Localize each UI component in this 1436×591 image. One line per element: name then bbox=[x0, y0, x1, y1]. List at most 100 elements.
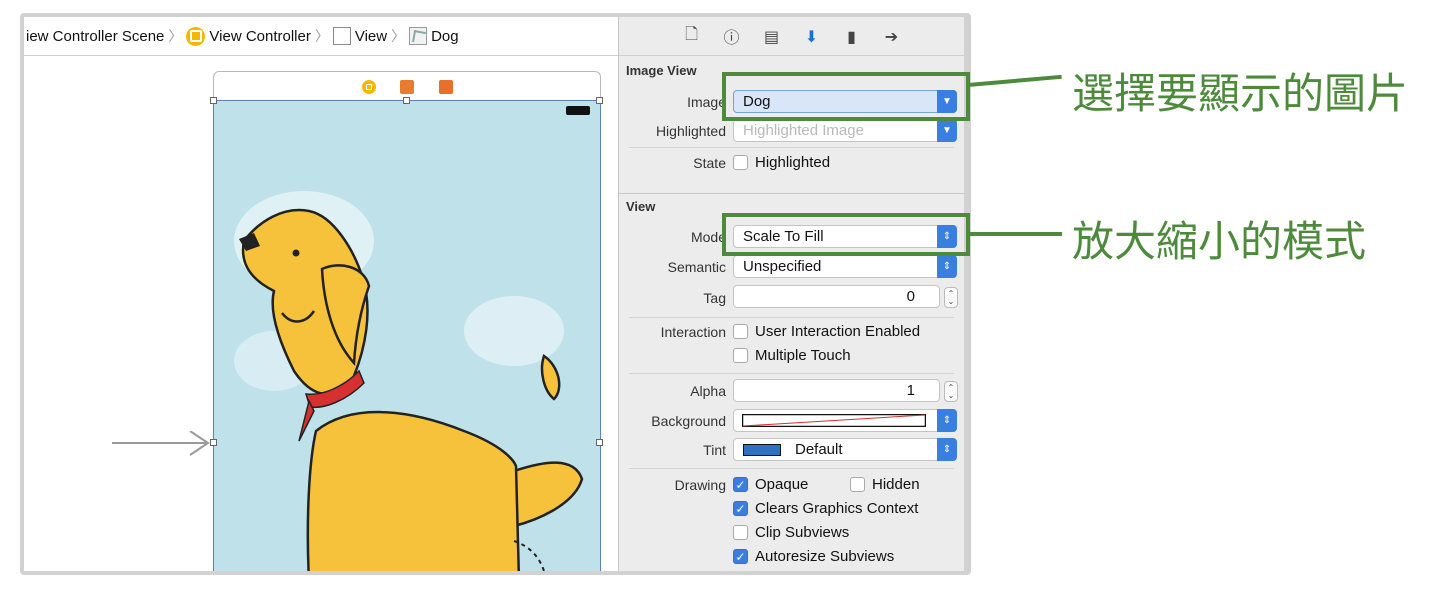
mode-label: Mode bbox=[690, 229, 726, 245]
semantic-value: Unspecified bbox=[743, 258, 822, 275]
opaque-checkbox[interactable]: ✓ bbox=[733, 477, 748, 492]
jump-bar: iew Controller Scene 〉 View Controller 〉… bbox=[24, 17, 618, 56]
jumpbar-scene-label: iew Controller Scene bbox=[26, 27, 165, 45]
clears-graphics-checkbox[interactable]: ✓ bbox=[733, 501, 748, 516]
section-divider bbox=[619, 193, 964, 194]
state-highlighted-option[interactable]: Highlighted bbox=[733, 154, 830, 171]
multiple-touch-checkbox[interactable] bbox=[733, 348, 748, 363]
divider bbox=[629, 317, 954, 318]
clear-color-swatch-icon bbox=[742, 414, 926, 427]
dog-illustration bbox=[234, 106, 590, 571]
mode-callout-line bbox=[968, 232, 1062, 236]
first-responder-icon[interactable] bbox=[400, 80, 414, 94]
view-section-title: View bbox=[626, 199, 656, 214]
tint-value: Default bbox=[795, 441, 843, 458]
divider bbox=[629, 373, 954, 374]
alpha-stepper[interactable]: ⌃ ⌄ bbox=[944, 381, 958, 402]
clip-subviews-text: Clip Subviews bbox=[755, 524, 850, 541]
drawing-label: Drawing bbox=[674, 477, 726, 493]
jumpbar-view-label: View bbox=[354, 27, 388, 45]
file-icon[interactable]: 🗋 bbox=[679, 23, 705, 49]
interaction-label: Interaction bbox=[660, 324, 726, 340]
user-interaction-option[interactable]: User Interaction Enabled bbox=[733, 323, 920, 340]
multiple-touch-option[interactable]: Multiple Touch bbox=[733, 347, 851, 364]
chevron-up-down-icon[interactable]: ⇕ bbox=[937, 438, 957, 461]
divider bbox=[629, 468, 954, 469]
user-interaction-text: User Interaction Enabled bbox=[755, 323, 921, 340]
resize-handle[interactable] bbox=[403, 97, 410, 104]
view-controller-icon bbox=[186, 26, 206, 46]
tag-value: 0 bbox=[906, 288, 915, 305]
inspector-tabs: 🗋 ⓘ ▤ ⬇ ▮ ➔ bbox=[619, 17, 964, 56]
highlighted-image-combo[interactable]: Highlighted Image ▼ bbox=[733, 119, 957, 142]
resize-handle[interactable] bbox=[596, 97, 603, 104]
attributes-icon[interactable]: ⬇ bbox=[799, 23, 825, 49]
image-callout-text: 選擇要顯示的圖片 bbox=[1072, 69, 1409, 118]
clip-subviews-checkbox[interactable] bbox=[733, 525, 748, 540]
autoresize-subviews-text: Autoresize Subviews bbox=[755, 548, 895, 565]
resize-handle[interactable] bbox=[596, 439, 603, 446]
background-color-well[interactable]: ⇕ bbox=[733, 409, 957, 432]
tag-stepper[interactable]: ⌃ ⌄ bbox=[944, 287, 958, 308]
tint-color-swatch bbox=[743, 443, 781, 456]
view-controller-icon[interactable] bbox=[362, 80, 376, 94]
resize-handle[interactable] bbox=[210, 97, 217, 104]
exit-icon[interactable] bbox=[439, 80, 453, 94]
jumpbar-item-view-controller[interactable]: View Controller bbox=[186, 26, 311, 46]
chevron-up-down-icon[interactable]: ⇕ bbox=[937, 255, 957, 278]
autoresize-subviews-checkbox[interactable]: ✓ bbox=[733, 549, 748, 564]
jumpbar-item-image-view[interactable]: Dog bbox=[409, 27, 459, 45]
chevron-right-icon: 〉 bbox=[391, 28, 406, 44]
image-view-canvas[interactable] bbox=[213, 100, 601, 571]
opaque-option[interactable]: ✓ Opaque bbox=[733, 476, 808, 493]
hidden-text: Hidden bbox=[872, 476, 920, 493]
chevron-right-icon: 〉 bbox=[314, 28, 329, 44]
help-icon[interactable]: ⓘ bbox=[719, 23, 745, 49]
jumpbar-view-controller-label: View Controller bbox=[209, 27, 311, 45]
image-view-icon bbox=[409, 27, 428, 45]
state-highlighted-text: Highlighted bbox=[755, 154, 831, 171]
semantic-select[interactable]: Unspecified ⇕ bbox=[733, 255, 957, 278]
chevron-up-down-icon[interactable]: ⇕ bbox=[937, 409, 957, 432]
clears-graphics-text: Clears Graphics Context bbox=[755, 500, 919, 517]
semantic-label: Semantic bbox=[667, 259, 726, 275]
mode-callout-box bbox=[722, 213, 970, 256]
highlighted-label: Highlighted bbox=[655, 123, 726, 139]
clip-subviews-option[interactable]: Clip Subviews bbox=[733, 524, 849, 541]
alpha-value: 1 bbox=[906, 382, 915, 399]
alpha-label: Alpha bbox=[690, 383, 726, 399]
chevron-down-icon[interactable]: ▼ bbox=[937, 119, 957, 142]
autoresize-subviews-option[interactable]: ✓ Autoresize Subviews bbox=[733, 548, 894, 565]
storyboard-canvas: iew Controller Scene 〉 View Controller 〉… bbox=[24, 17, 618, 571]
tint-color-well[interactable]: Default ⇕ bbox=[733, 438, 957, 461]
mode-callout-text: 放大縮小的模式 bbox=[1072, 217, 1367, 266]
clears-graphics-option[interactable]: ✓ Clears Graphics Context bbox=[733, 500, 918, 517]
image-view-section-title: Image View bbox=[626, 63, 697, 78]
image-callout-line bbox=[967, 74, 1062, 87]
multiple-touch-text: Multiple Touch bbox=[755, 347, 851, 364]
view-icon bbox=[332, 27, 351, 45]
tag-field[interactable]: 0 ⌃ ⌄ bbox=[733, 285, 958, 308]
divider bbox=[629, 147, 954, 148]
image-callout-box bbox=[722, 72, 970, 121]
alpha-field[interactable]: 1 ⌃ ⌄ bbox=[733, 379, 958, 402]
tint-label: Tint bbox=[703, 442, 726, 458]
identity-icon[interactable]: ▤ bbox=[759, 23, 785, 49]
hidden-checkbox[interactable] bbox=[850, 477, 865, 492]
hidden-option[interactable]: Hidden bbox=[850, 476, 920, 493]
highlighted-image-placeholder: Highlighted Image bbox=[743, 122, 864, 139]
user-interaction-checkbox[interactable] bbox=[733, 324, 748, 339]
entry-point-arrow-icon bbox=[112, 431, 210, 456]
chevron-right-icon: 〉 bbox=[168, 28, 183, 44]
connections-icon[interactable]: ➔ bbox=[879, 23, 905, 49]
state-highlighted-checkbox[interactable] bbox=[733, 155, 748, 170]
size-icon[interactable]: ▮ bbox=[839, 23, 865, 49]
background-label: Background bbox=[651, 413, 726, 429]
opaque-text: Opaque bbox=[755, 476, 809, 493]
state-label: State bbox=[693, 155, 726, 171]
jumpbar-item-scene[interactable]: iew Controller Scene bbox=[26, 28, 164, 45]
image-label: Image bbox=[687, 94, 726, 110]
jumpbar-item-view[interactable]: View bbox=[332, 27, 388, 45]
tag-label: Tag bbox=[703, 290, 726, 306]
jumpbar-image-view-label: Dog bbox=[431, 27, 459, 45]
